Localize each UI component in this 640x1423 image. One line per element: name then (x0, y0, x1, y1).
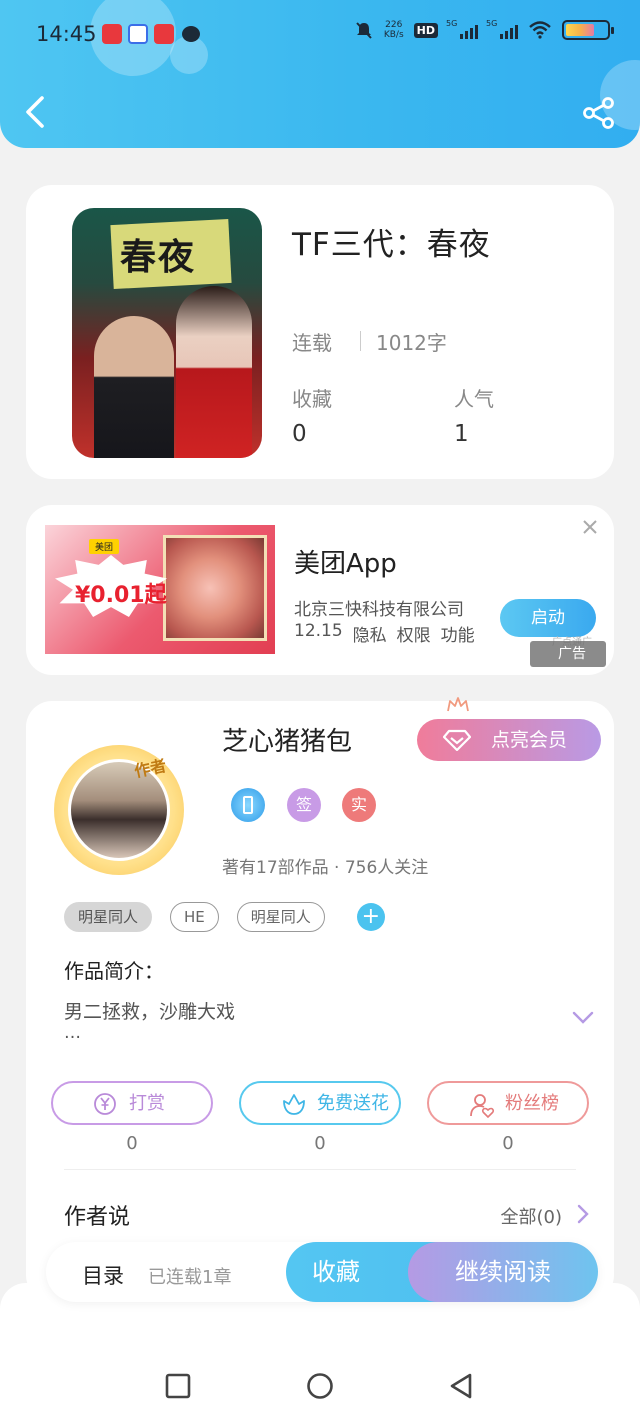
vip-button[interactable]: 点亮会员 (417, 719, 601, 761)
divider (360, 331, 361, 351)
user-heart-icon (470, 1094, 495, 1118)
bottom-sheet (0, 1283, 640, 1423)
ad-product-photo (163, 535, 267, 641)
ad-privacy-link[interactable]: 隐私 (353, 621, 387, 646)
reward-button[interactable]: 打赏 (51, 1081, 213, 1125)
crown-icon (447, 697, 469, 712)
ad-permissions-link[interactable]: 权限 (397, 621, 431, 646)
verified-badge[interactable]: 实 (342, 788, 376, 822)
signed-badge[interactable]: 签 (287, 788, 321, 822)
vip-label: 点亮会员 (491, 729, 568, 751)
system-back-icon[interactable] (448, 1372, 476, 1400)
net-speed-unit: KB/s (383, 30, 404, 40)
status-time: 14:45 (36, 22, 97, 46)
author-said-label: 作者说 (64, 1205, 131, 1230)
ad-version: 12.15 (294, 621, 343, 641)
toc-button[interactable]: 目录 (82, 1260, 124, 1290)
author-stats: 著有17部作品 · 756人关注 (222, 858, 429, 878)
ad-company: 北京三快科技有限公司 (294, 600, 464, 620)
author-name[interactable]: 芝心猪猪包 (222, 721, 352, 758)
intro-ellipsis: … (64, 1023, 81, 1043)
status-bar: 14:45 226 KB/s HD 5G 5G (0, 14, 640, 54)
ad-badge-label: 广告 (558, 646, 586, 662)
diamond-icon (443, 729, 471, 751)
status-right: 226 KB/s HD 5G 5G (354, 19, 614, 40)
book-title: TF三代：春夜 (292, 227, 491, 263)
recent-apps-icon[interactable] (164, 1372, 192, 1400)
book-cover[interactable]: 春夜 (72, 208, 262, 458)
net-speed: 226 KB/s (384, 20, 404, 40)
serial-status: 已连载1章 (148, 1267, 232, 1288)
top-header: 14:45 226 KB/s HD 5G 5G (0, 0, 640, 148)
ad-app-name: 美团App (294, 549, 397, 579)
cover-title: 春夜 (120, 236, 197, 278)
chevron-down-icon[interactable] (572, 1011, 594, 1025)
close-icon[interactable] (580, 517, 600, 537)
back-button[interactable] (20, 92, 50, 132)
ad-meta: 12.15 隐私 权限 功能 (294, 621, 475, 646)
flower-icon (283, 1094, 305, 1115)
book-word-count: 1012字 (376, 331, 447, 355)
stat-label-popularity: 人气 (454, 387, 494, 411)
reading-action-bar: 目录 已连载1章 收藏 继续阅读 (46, 1242, 598, 1302)
stat-label-favorites: 收藏 (292, 387, 332, 411)
app-notification-icon (102, 24, 122, 44)
book-info-card: 春夜 TF三代：春夜 连载 1012字 收藏 0 人气 1 (26, 185, 614, 479)
divider (64, 1169, 576, 1170)
tag-item[interactable]: HE (170, 902, 219, 932)
ad-image-logo: 美团 (89, 539, 120, 554)
battery-icon (562, 20, 614, 40)
author-said-all-link[interactable]: 全部(0) (501, 1203, 563, 1229)
reward-count: 0 (126, 1133, 138, 1154)
ad-image[interactable]: 美团 ¥0.01起 (45, 525, 275, 654)
intro-label: 作品简介： (64, 959, 164, 983)
net-speed-value: 226 (385, 20, 403, 30)
chat-bubble-icon (182, 26, 200, 42)
signal-label: 5G (486, 19, 498, 28)
cover-figure (94, 316, 174, 458)
bell-muted-icon (356, 22, 372, 39)
news-notification-icon (154, 24, 174, 44)
continue-reading-button[interactable]: 继续阅读 (408, 1242, 598, 1302)
stat-value-favorites: 0 (292, 421, 307, 447)
flower-count: 0 (314, 1133, 326, 1154)
tag-list: 明星同人 HE 明星同人 + (64, 902, 385, 932)
hd-icon: HD (413, 22, 438, 38)
ad-badge[interactable]: 广告 (530, 641, 606, 667)
send-flower-label: 免费送花 (317, 1093, 389, 1114)
book-status: 连载 (292, 331, 332, 355)
cover-figure (176, 286, 252, 458)
intro-text: 男二拯救，沙雕大戏 (64, 1001, 236, 1023)
fan-count: 0 (502, 1133, 514, 1154)
tag-item[interactable]: 明星同人 (64, 902, 153, 932)
home-icon[interactable] (306, 1372, 334, 1400)
tag-item[interactable]: 明星同人 (236, 902, 325, 932)
chevron-right-icon[interactable] (576, 1203, 590, 1225)
ad-launch-button[interactable]: 启动 (500, 599, 596, 637)
send-flower-button[interactable]: 免费送花 (239, 1081, 401, 1125)
phone-verified-badge-icon[interactable] (231, 788, 265, 822)
ad-card[interactable]: 美团 ¥0.01起 美团App 北京三快科技有限公司 12.15 隐私 权限 功… (26, 505, 614, 675)
fan-ranking-label: 粉丝榜 (505, 1093, 559, 1114)
wifi-icon (529, 21, 551, 39)
author-card: 作者 芝心猪猪包 点亮会员 签 实 著有17部作品 · 756人关注 明星同人 … (26, 697, 614, 1301)
fan-ranking-button[interactable]: 粉丝榜 (427, 1081, 589, 1125)
share-button[interactable] (582, 96, 616, 130)
yen-coin-icon (94, 1093, 116, 1115)
signal-label: 5G (446, 19, 458, 28)
ad-features-link[interactable]: 功能 (441, 621, 475, 646)
reward-label: 打赏 (129, 1093, 165, 1114)
signal-icon: 5G (446, 19, 478, 39)
stat-value-popularity: 1 (454, 421, 469, 447)
add-tag-button[interactable]: + (356, 903, 385, 931)
signal-icon: 5G (486, 19, 518, 39)
ad-image-price: ¥0.01起 (75, 583, 167, 608)
baidu-notification-icon (128, 24, 148, 44)
